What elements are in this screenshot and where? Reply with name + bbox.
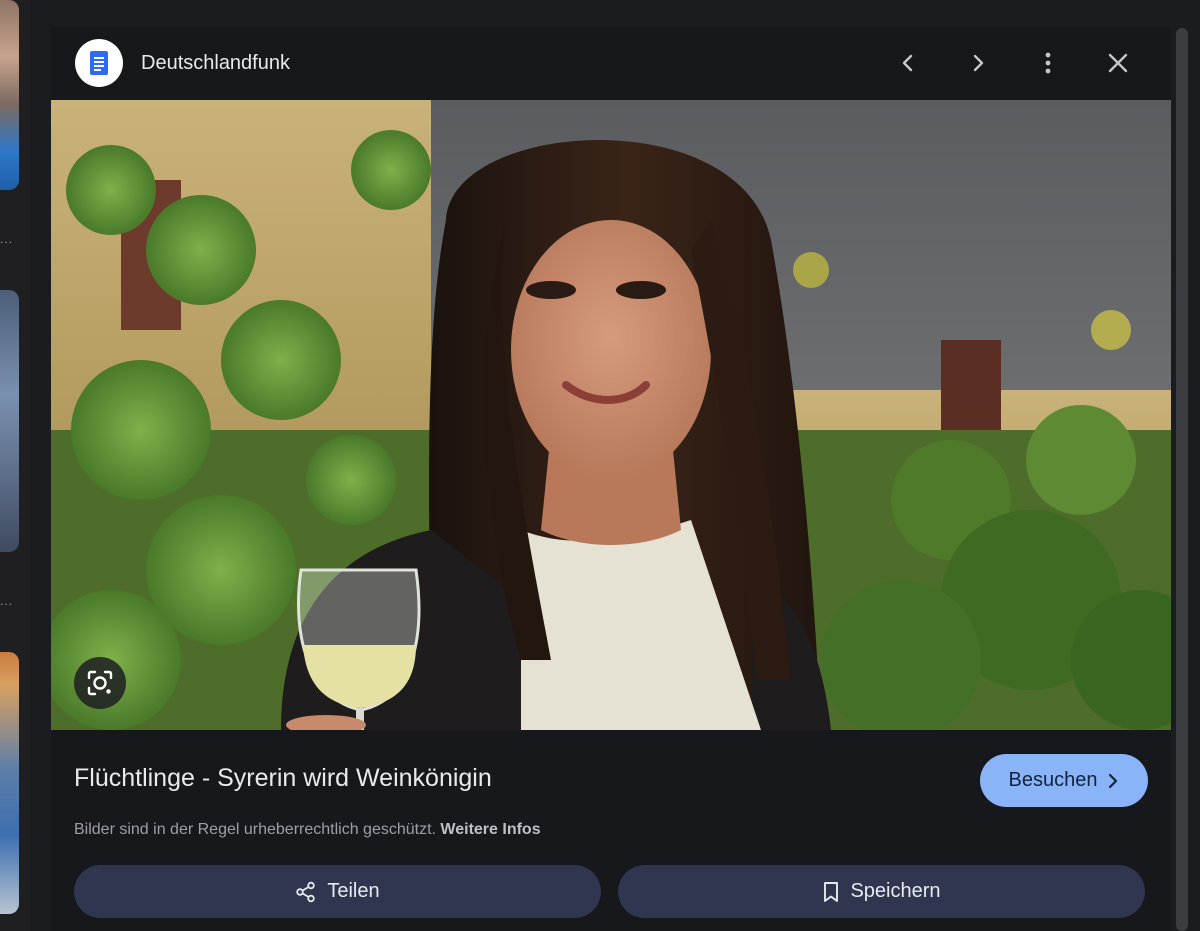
document-icon (90, 51, 108, 75)
more-info-link[interactable]: Weitere Infos (440, 821, 540, 838)
thumbnail-caption: ... (0, 232, 14, 246)
visit-button-label: Besuchen (1008, 769, 1098, 791)
preview-header: Deutschlandfunk (51, 26, 1171, 100)
bookmark-icon (824, 881, 839, 902)
next-button[interactable] (961, 46, 995, 80)
copyright-notice: Bilder sind in der Regel urheberrechtlic… (74, 821, 541, 839)
scrollbar[interactable] (1176, 28, 1188, 931)
more-vertical-icon (1045, 52, 1051, 74)
copyright-text: Bilder sind in der Regel urheberrechtlic… (74, 821, 436, 838)
chevron-right-icon (1109, 773, 1118, 788)
share-button[interactable]: Teilen (74, 865, 601, 918)
photo-woman-with-wine-glass (51, 100, 1171, 730)
previous-button[interactable] (891, 46, 925, 80)
lens-icon (87, 670, 113, 696)
image-title[interactable]: Flüchtlinge - Syrerin wird Weinkönigin (74, 764, 492, 793)
result-thumbnail[interactable] (0, 652, 19, 914)
save-button[interactable]: Speichern (618, 865, 1145, 918)
visit-button[interactable]: Besuchen (980, 754, 1148, 807)
share-button-label: Teilen (327, 880, 380, 902)
thumbnail-caption: ... (0, 594, 14, 608)
preview-image[interactable] (51, 100, 1171, 730)
chevron-left-icon (902, 54, 913, 72)
share-icon (296, 881, 316, 902)
more-options-button[interactable] (1031, 46, 1065, 80)
result-thumbnail[interactable] (0, 0, 19, 190)
source-name[interactable]: Deutschlandfunk (141, 52, 290, 75)
close-icon (1108, 53, 1128, 73)
image-preview-panel: Deutschlandfunk Flüchtlinge - Syrerin wi… (51, 26, 1171, 931)
visual-search-button[interactable] (74, 657, 126, 709)
source-logo[interactable] (75, 39, 123, 87)
save-button-label: Speichern (850, 880, 941, 902)
close-button[interactable] (1101, 46, 1135, 80)
result-thumbnail[interactable] (0, 290, 19, 552)
chevron-right-icon (973, 54, 984, 72)
background-results: ... ... (0, 0, 30, 931)
